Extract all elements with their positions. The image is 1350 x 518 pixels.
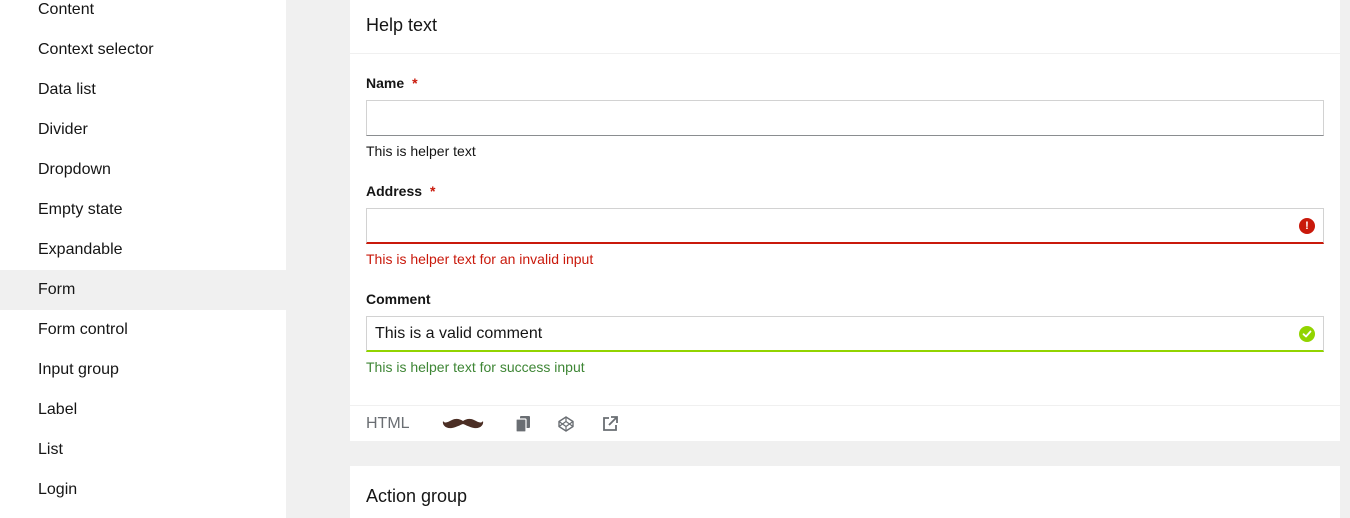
sidebar-item-expandable[interactable]: Expandable: [0, 230, 286, 270]
help-text-example-card: Help text Name * This is helper text Add…: [350, 0, 1340, 441]
external-link-icon[interactable]: [602, 415, 618, 432]
help-text-form: Name * This is helper text Address * ! T…: [366, 74, 1324, 398]
sidebar-item-divider[interactable]: Divider: [0, 110, 286, 150]
sidebar-list: Content Context selector Data list Divid…: [0, 0, 286, 510]
sidebar-item-empty-state[interactable]: Empty state: [0, 190, 286, 230]
card-title: Action group: [366, 486, 468, 506]
address-label: Address *: [366, 182, 1324, 200]
check-circle-icon: [1299, 326, 1315, 342]
sidebar-item-context-selector[interactable]: Context selector: [0, 30, 286, 70]
mustache-icon[interactable]: [442, 417, 484, 431]
required-indicator: *: [430, 183, 436, 199]
address-input[interactable]: [366, 208, 1324, 244]
comment-input-wrap: [366, 316, 1324, 352]
sidebar-item-form-control[interactable]: Form control: [0, 310, 286, 350]
sidebar-item-login[interactable]: Login: [0, 470, 286, 510]
comment-form-group: Comment This is helper text for success …: [366, 290, 1324, 376]
codepen-icon[interactable]: [558, 415, 574, 432]
copy-icon[interactable]: [516, 415, 530, 432]
name-helper-text: This is helper text: [366, 143, 476, 159]
sidebar-item-content[interactable]: Content: [0, 0, 286, 30]
action-group-example-card: Action group: [350, 466, 1340, 518]
name-input[interactable]: [366, 100, 1324, 136]
sidebar-item-label[interactable]: Label: [0, 390, 286, 430]
address-label-text: Address: [366, 183, 423, 199]
app-layout: Content Context selector Data list Divid…: [0, 0, 1350, 518]
sidebar-item-data-list[interactable]: Data list: [0, 70, 286, 110]
sidebar-nav: Content Context selector Data list Divid…: [0, 0, 286, 518]
error-circle-icon: !: [1299, 218, 1315, 234]
sidebar-item-dropdown[interactable]: Dropdown: [0, 150, 286, 190]
address-helper-text: This is helper text for an invalid input: [366, 251, 594, 267]
sidebar-item-input-group[interactable]: Input group: [0, 350, 286, 390]
name-form-group: Name * This is helper text: [366, 74, 1324, 160]
comment-helper-text: This is helper text for success input: [366, 359, 585, 375]
example-toolbar: HTML: [350, 405, 1340, 441]
address-input-wrap: !: [366, 208, 1324, 244]
comment-label: Comment: [366, 290, 1324, 308]
required-indicator: *: [412, 75, 418, 91]
name-label-text: Name: [366, 75, 405, 91]
comment-label-text: Comment: [366, 291, 431, 307]
sidebar-item-form[interactable]: Form: [0, 270, 286, 310]
card-title: Help text: [366, 15, 438, 35]
name-input-wrap: [366, 100, 1324, 136]
card-divider: [350, 53, 1340, 54]
sidebar-item-list[interactable]: List: [0, 430, 286, 470]
main-content: Help text Name * This is helper text Add…: [286, 0, 1350, 518]
address-form-group: Address * ! This is helper text for an i…: [366, 182, 1324, 268]
html-tab[interactable]: HTML: [366, 415, 442, 433]
name-label: Name *: [366, 74, 1324, 92]
comment-input[interactable]: [366, 316, 1324, 352]
